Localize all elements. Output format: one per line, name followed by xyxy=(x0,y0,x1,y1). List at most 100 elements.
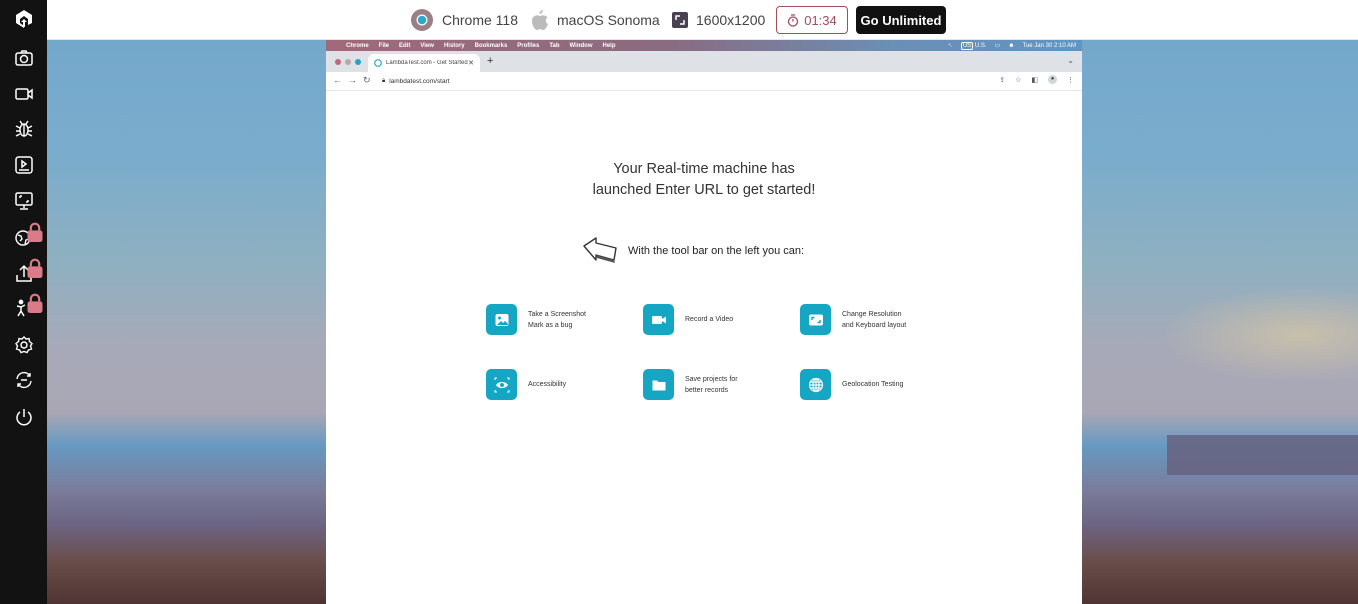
feature-text: Accessibility xyxy=(528,379,566,390)
menu-chrome[interactable]: Chrome xyxy=(346,43,369,49)
bookmark-star-icon[interactable]: ☆ xyxy=(1015,76,1021,84)
mac-menubar: Chrome File Edit View History Bookmarks … xyxy=(326,40,1082,51)
power-icon xyxy=(15,409,32,426)
tab-strip: LambdaTest.com - Get Started ✕ + ⌄ xyxy=(326,51,1082,72)
url-text: lambdatest.com/start xyxy=(389,78,450,85)
menu-history[interactable]: History xyxy=(444,43,465,49)
pointer-icon: ↖ xyxy=(947,43,953,49)
new-tab-button[interactable]: + xyxy=(487,55,493,67)
settings-button[interactable] xyxy=(0,328,47,362)
close-tab-icon[interactable]: ✕ xyxy=(468,59,474,67)
toolbar-hint: With the tool bar on the left you can: xyxy=(582,236,804,266)
feature-sublabel: better records xyxy=(685,386,729,394)
apple-icon xyxy=(532,10,548,30)
menu-view[interactable]: View xyxy=(420,43,434,49)
tab-search-chevron-icon[interactable]: ⌄ xyxy=(1067,56,1074,65)
back-icon[interactable]: ← xyxy=(333,75,342,85)
forward-icon[interactable]: → xyxy=(348,75,357,85)
gear-icon xyxy=(14,336,33,354)
upload-button[interactable] xyxy=(0,256,47,290)
monitor-resize-icon xyxy=(14,192,33,210)
arrow-left-icon xyxy=(583,237,617,263)
address-bar-actions: ⇪ ☆ ◧ ● ⋮ xyxy=(999,75,1074,84)
screen-mirror-icon[interactable]: ▭ xyxy=(995,42,1001,49)
feature-geolocation: Geolocation Testing xyxy=(800,369,903,400)
start-page: Your Real-time machine has launched Ente… xyxy=(326,92,1082,604)
resolution-button[interactable] xyxy=(0,184,47,218)
tab-title: LambdaTest.com - Get Started xyxy=(386,60,468,66)
user-switch-icon[interactable]: ☻ xyxy=(1008,43,1014,49)
switch-session-button[interactable] xyxy=(0,363,47,397)
tab-lambdatest[interactable]: LambdaTest.com - Get Started ✕ xyxy=(368,54,480,72)
hint-text: With the tool bar on the left you can: xyxy=(628,245,805,257)
headline-line-1: Your Real-time machine has xyxy=(613,161,795,177)
screenshot-button[interactable] xyxy=(0,41,47,75)
lambdatest-logo-icon xyxy=(15,10,32,28)
accessibility-button[interactable] xyxy=(0,291,47,325)
input-badge: US xyxy=(960,41,974,50)
headline-line-2: launched Enter URL to get started! xyxy=(592,182,816,198)
lock-icon xyxy=(27,222,43,242)
feature-accessibility: Accessibility xyxy=(486,369,566,400)
feature-icon-box xyxy=(800,304,831,335)
chrome-icon xyxy=(411,9,433,31)
address-bar-row: ← → ↻ 🔒︎ lambdatest.com/start ⇪ ☆ ◧ ● ⋮ xyxy=(326,72,1082,91)
lock-icon: 🔒︎ xyxy=(382,78,386,84)
menu-file[interactable]: File xyxy=(379,43,389,49)
close-window-button[interactable] xyxy=(335,59,341,65)
share-icon[interactable]: ⇪ xyxy=(999,76,1005,84)
feature-icon-box xyxy=(643,369,674,400)
browser-version: Chrome 118 xyxy=(442,12,519,28)
url-field[interactable]: 🔒︎ lambdatest.com/start xyxy=(378,75,1008,88)
menu-window[interactable]: Window xyxy=(570,43,593,49)
menu-edit[interactable]: Edit xyxy=(399,43,410,49)
resolution-value: 1600x1200 xyxy=(696,12,766,28)
feature-icon-box xyxy=(643,304,674,335)
feature-label: Change Resolution xyxy=(842,310,902,318)
lambdatest-logo[interactable] xyxy=(0,2,47,36)
page-headline: Your Real-time machine has launched Ente… xyxy=(326,159,1082,201)
feature-label: Take a Screenshot xyxy=(528,310,586,318)
image-icon xyxy=(495,313,508,326)
geolocation-button[interactable] xyxy=(0,220,47,254)
feature-label: Record a Video xyxy=(685,316,734,323)
reload-icon[interactable]: ↻ xyxy=(363,75,371,86)
menu-tab[interactable]: Tab xyxy=(549,43,559,49)
feature-resolution: Change Resolution and Keyboard layout xyxy=(800,304,906,335)
chrome-window: LambdaTest.com - Get Started ✕ + ⌄ ← → ↻… xyxy=(326,51,1082,604)
bug-button[interactable] xyxy=(0,112,47,146)
record-video-button[interactable] xyxy=(0,77,47,111)
video-camera-icon xyxy=(14,88,33,100)
browser-info: Chrome 118 xyxy=(410,0,518,40)
more-menu-icon[interactable]: ⋮ xyxy=(1067,76,1074,84)
feature-text: Geolocation Testing xyxy=(842,379,903,390)
lock-icon xyxy=(27,258,43,278)
feature-screenshot: Take a Screenshot Mark as a bug xyxy=(486,304,586,335)
menu-help[interactable]: Help xyxy=(603,43,616,49)
play-screen-icon xyxy=(14,156,33,174)
go-unlimited-button[interactable]: Go Unlimited xyxy=(856,6,946,34)
resolution-icon xyxy=(672,12,688,28)
feature-sublabel: and Keyboard layout xyxy=(842,321,907,329)
feature-icon-box xyxy=(486,304,517,335)
switch-arrows-icon xyxy=(15,371,32,389)
input-source[interactable]: US U.S. xyxy=(960,41,987,50)
end-session-button[interactable] xyxy=(0,400,47,434)
feature-save-projects: Save projects for better records xyxy=(643,369,738,400)
resolution-icon xyxy=(808,314,823,325)
feature-text: Change Resolution and Keyboard layout xyxy=(842,309,906,331)
camera-icon xyxy=(14,50,33,66)
minimize-window-button[interactable] xyxy=(345,59,351,65)
lock-icon xyxy=(27,293,43,313)
menu-bookmarks[interactable]: Bookmarks xyxy=(475,43,508,49)
maximize-window-button[interactable] xyxy=(355,59,361,65)
side-panel-icon[interactable]: ◧ xyxy=(1031,76,1038,84)
session-timer: 01:34 xyxy=(776,6,848,34)
profile-avatar-icon[interactable]: ● xyxy=(1048,75,1057,84)
feature-record-video: Record a Video xyxy=(643,304,733,335)
menu-profiles[interactable]: Profiles xyxy=(517,43,539,49)
test-logs-button[interactable] xyxy=(0,148,47,182)
wallpaper-glow xyxy=(1167,290,1358,380)
wallpaper-mesa xyxy=(1167,435,1358,475)
globe-icon xyxy=(808,377,823,392)
